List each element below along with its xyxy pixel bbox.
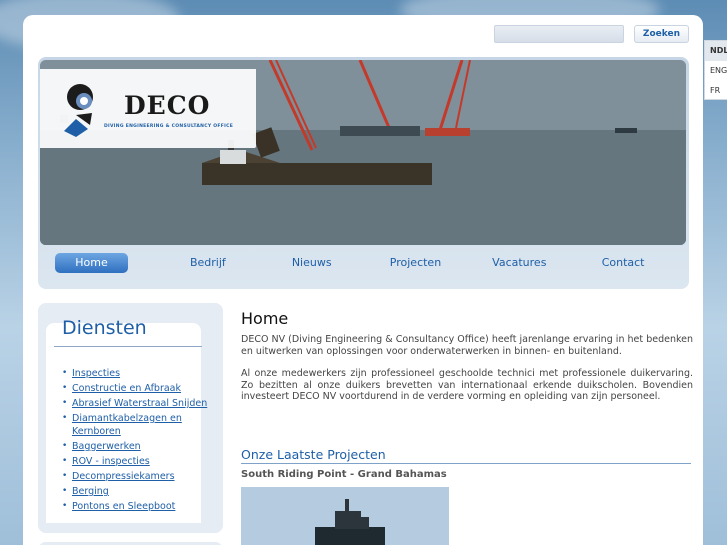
service-link-baggerwerken[interactable]: Baggerwerken	[72, 441, 141, 452]
nav-item-home[interactable]: Home	[55, 253, 128, 273]
search-button[interactable]: Zoeken	[633, 25, 689, 43]
project-photo[interactable]	[241, 487, 449, 545]
search-input[interactable]	[493, 25, 624, 43]
intro-paragraph: DECO NV (Diving Engineering & Consultanc…	[241, 334, 693, 357]
service-link-inspecties[interactable]: Inspecties	[72, 368, 120, 379]
language-option-fr[interactable]: FR	[705, 81, 727, 101]
page-title: Home	[241, 309, 289, 328]
search-bar: Zoeken	[493, 25, 689, 43]
nav-item-projecten[interactable]: Projecten	[364, 253, 468, 279]
project-title[interactable]: South Riding Point - Grand Bahamas	[241, 469, 447, 480]
list-item: Inspecties	[62, 367, 220, 380]
company-logo[interactable]: DECO DIVING ENGINEERING & CONSULTANCY OF…	[40, 69, 256, 148]
main-content: Home DECO NV (Diving Engineering & Consu…	[241, 309, 693, 414]
services-list: Inspecties Constructie en Afbraak Abrasi…	[62, 367, 220, 515]
header-banner: DECO DIVING ENGINEERING & CONSULTANCY OF…	[38, 57, 689, 289]
services-sidebar: Diensten Inspecties Constructie en Afbra…	[38, 303, 223, 533]
logo-subtitle: DIVING ENGINEERING & CONSULTANCY OFFICE	[104, 124, 234, 129]
list-item: Constructie en Afbraak	[62, 382, 220, 395]
main-navigation: Home Bedrijf Nieuws Projecten Vacatures …	[55, 253, 675, 279]
service-link-berging[interactable]: Berging	[72, 486, 109, 497]
list-item: Baggerwerken	[62, 440, 220, 453]
service-link-diamantkabelzagen[interactable]: Diamantkabelzagen en Kernboren	[72, 413, 182, 437]
list-item: Decompressiekamers	[62, 470, 220, 483]
logo-name: DECO	[124, 91, 211, 120]
banner-photo: DECO DIVING ENGINEERING & CONSULTANCY OF…	[40, 60, 686, 245]
sidebar-title: Diensten	[62, 317, 147, 339]
nav-item-contact[interactable]: Contact	[571, 253, 675, 279]
projects-heading: Onze Laatste Projecten	[241, 447, 691, 464]
language-selector: NDL ENG FR	[704, 40, 727, 100]
staff-paragraph: Al onze medewerkers zijn professioneel g…	[241, 368, 693, 402]
service-link-waterstraal[interactable]: Abrasief Waterstraal Snijden	[72, 398, 207, 409]
nav-item-bedrijf[interactable]: Bedrijf	[156, 253, 260, 279]
diver-icon	[64, 84, 93, 137]
ship-photo	[241, 487, 449, 545]
service-link-decompressiekamers[interactable]: Decompressiekamers	[72, 471, 175, 482]
service-link-pontons[interactable]: Pontons en Sleepboot	[72, 501, 175, 512]
list-item: ROV - inspecties	[62, 455, 220, 468]
service-link-constructie[interactable]: Constructie en Afbraak	[72, 383, 181, 394]
list-item: Berging	[62, 485, 220, 498]
list-item: Diamantkabelzagen en Kernboren	[62, 412, 220, 438]
nav-item-vacatures[interactable]: Vacatures	[467, 253, 571, 279]
service-link-rov[interactable]: ROV - inspecties	[72, 456, 150, 467]
language-option-ndl[interactable]: NDL	[705, 41, 727, 61]
page-container: Zoeken DECO DIVING ENGINEERING & CONSULT…	[23, 15, 703, 545]
language-option-eng[interactable]: ENG	[705, 61, 727, 81]
list-item: Pontons en Sleepboot	[62, 500, 220, 513]
sidebar-divider	[54, 346, 202, 347]
nav-item-nieuws[interactable]: Nieuws	[260, 253, 364, 279]
list-item: Abrasief Waterstraal Snijden	[62, 397, 220, 410]
